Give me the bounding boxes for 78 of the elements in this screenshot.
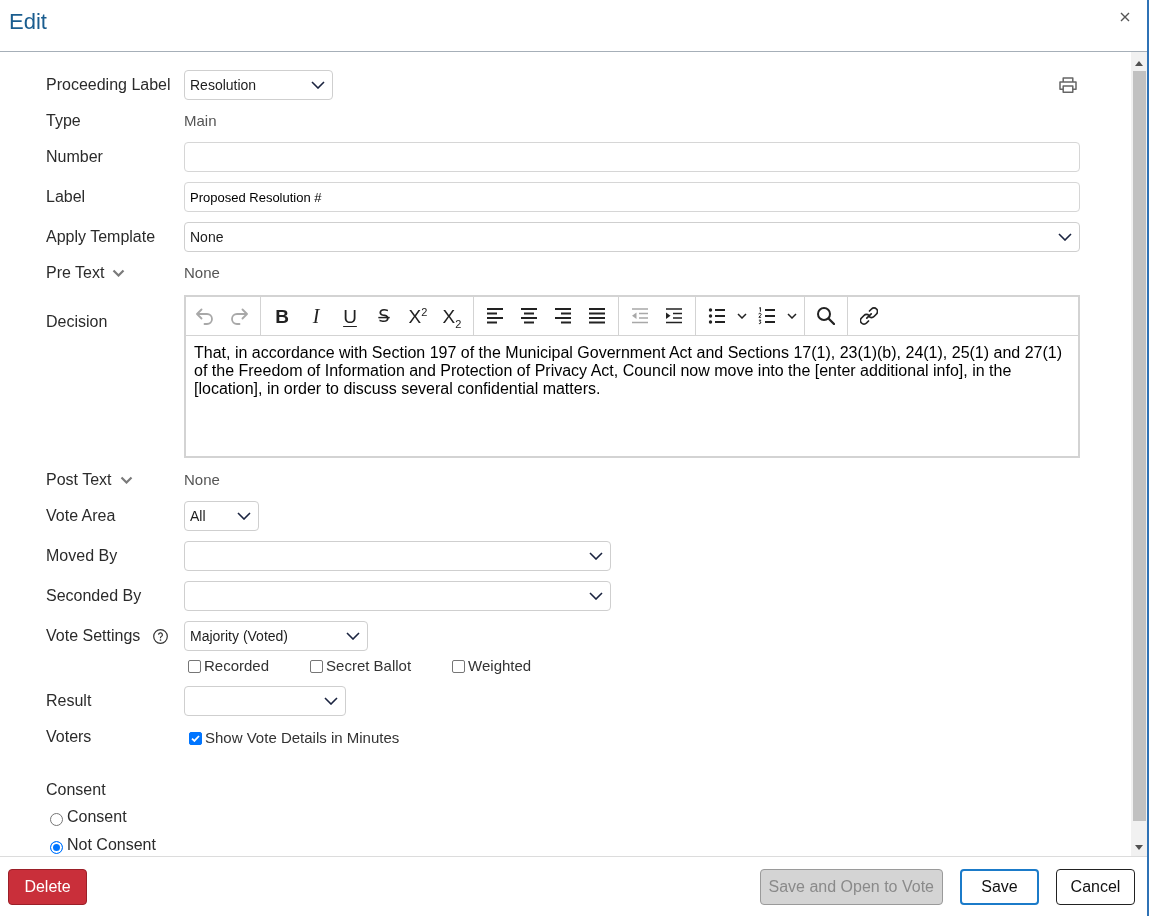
scrollbar-thumb[interactable]	[1132, 71, 1146, 821]
radio-label: Not Consent	[67, 836, 156, 854]
scroll-up-icon[interactable]	[1135, 61, 1143, 66]
bold-button[interactable]: B	[265, 299, 299, 333]
field-label: Vote Settings	[46, 626, 141, 646]
checkbox-label: Secret Ballot	[326, 656, 412, 674]
field-label: Apply Template	[46, 227, 156, 247]
vote-area-select[interactable]: All	[184, 501, 259, 531]
subscript-button[interactable]: X$_{2}$	[435, 299, 469, 333]
align-left-icon	[486, 307, 504, 325]
checkbox[interactable]	[452, 659, 466, 673]
template-select[interactable]: None	[184, 222, 1080, 252]
checkbox-label: Weighted	[468, 656, 532, 674]
chevron-down-icon[interactable]	[112, 269, 126, 277]
print-icon[interactable]	[1059, 77, 1077, 93]
redo-icon	[230, 307, 248, 325]
field-label: Pre Text	[46, 263, 105, 283]
bulleted-list-icon	[708, 307, 726, 325]
outdent-icon	[631, 307, 649, 325]
superscript-button[interactable]: X$^{2}$	[401, 299, 435, 333]
field-label: Consent	[46, 780, 106, 800]
field-label: Label	[46, 187, 86, 207]
pre-text-value: None	[184, 263, 220, 283]
radio-button[interactable]	[50, 812, 63, 826]
indent-icon	[665, 307, 683, 325]
scroll-down-icon[interactable]	[1135, 845, 1143, 850]
strikethrough-button[interactable]: S̶	[367, 299, 401, 333]
close-icon[interactable]	[1120, 12, 1130, 22]
field-label: Post Text	[46, 470, 112, 490]
caret-icon	[737, 313, 747, 319]
dialog-title: Edit	[9, 9, 47, 35]
field-label: Vote Area	[46, 506, 116, 526]
proceeding-label-select[interactable]: Resolution	[184, 70, 333, 100]
chevron-down-icon	[324, 697, 338, 705]
undo-icon	[196, 307, 214, 325]
delete-button[interactable]: Delete	[8, 868, 87, 905]
chevron-down-icon[interactable]	[119, 476, 133, 484]
post-text-value: None	[184, 470, 220, 490]
field-label: Decision	[46, 312, 108, 332]
chevron-down-icon	[311, 81, 325, 89]
radio-button[interactable]	[50, 840, 63, 854]
chevron-down-icon	[589, 552, 603, 560]
checkbox-label: Recorded	[204, 656, 270, 674]
label-input[interactable]: Proposed Resolution #	[184, 182, 1080, 212]
field-label: Seconded By	[46, 586, 142, 606]
chevron-down-icon	[589, 592, 603, 600]
chevron-down-icon	[1058, 233, 1072, 241]
align-center-icon	[520, 307, 538, 325]
caret-icon	[787, 313, 797, 319]
save-button[interactable]: Save	[960, 868, 1039, 905]
align-justify-icon	[588, 307, 606, 325]
field-label: Number	[46, 147, 103, 167]
field-label: Proceeding Label	[46, 75, 171, 95]
checkbox-label: Show Vote Details in Minutes	[205, 728, 400, 746]
checkbox[interactable]	[310, 659, 324, 673]
link-icon	[860, 307, 878, 325]
radio-label: Consent	[67, 808, 127, 826]
checkbox[interactable]	[188, 659, 201, 673]
editor-text-area[interactable]: That, in accordance with Section 197 of the Municipal Government Act and Sections 17(1), 23(1)(b), 24(1), 25(1) and 27(1) of the Freedom of Information and Protection of Privacy Act, Council now move into the [enter additional info], in the [location], in order to discuss several confidential matters.	[186, 336, 1078, 456]
underline-button[interactable]: U	[333, 299, 367, 333]
field-label: Moved By	[46, 546, 118, 566]
numbered-list-icon	[758, 307, 776, 325]
type-value: Main	[184, 111, 217, 131]
scrollbar[interactable]	[1131, 52, 1147, 856]
field-label: Type	[46, 111, 81, 131]
field-label: Voters	[46, 727, 92, 747]
checkmark-icon	[191, 734, 200, 742]
italic-button[interactable]: I	[299, 299, 333, 333]
align-right-icon	[554, 307, 572, 325]
dialog-button[interactable]: Cancel	[1056, 868, 1135, 905]
checkbox[interactable]	[189, 731, 202, 745]
chevron-down-icon	[237, 512, 251, 520]
vote-settings-select[interactable]: Majority (Voted)	[184, 621, 368, 651]
field-label: Result	[46, 691, 92, 711]
chevron-down-icon	[346, 632, 360, 640]
search-icon	[817, 307, 835, 325]
help-icon[interactable]	[153, 628, 168, 644]
number-input[interactable]	[184, 142, 1080, 172]
